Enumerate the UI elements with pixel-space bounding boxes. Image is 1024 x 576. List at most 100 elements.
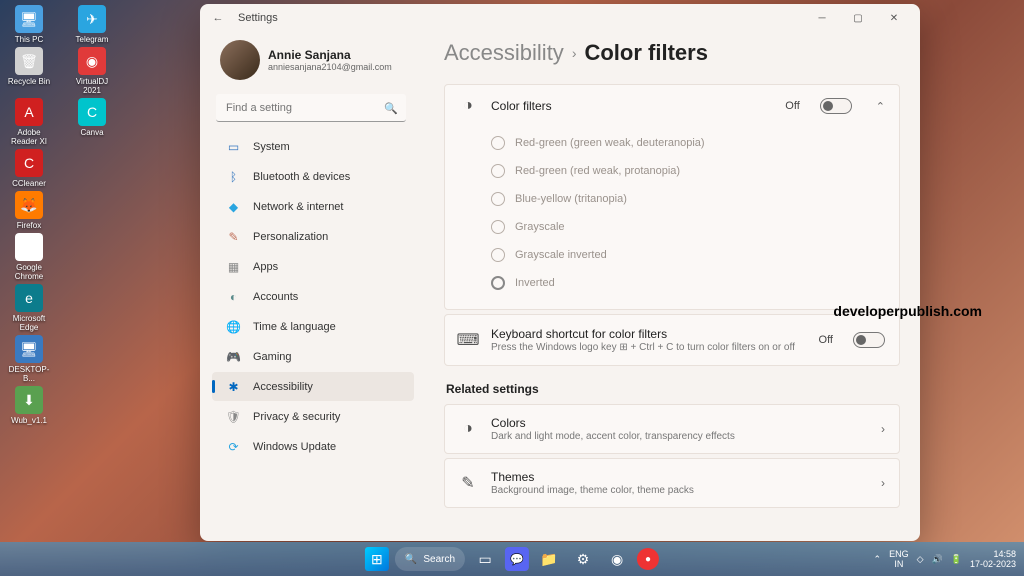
taskbar-search[interactable]: 🔍Search [395,547,465,571]
nav-accessibility[interactable]: ✱ Accessibility [212,372,414,401]
nav-icon: ᛒ [226,169,241,184]
filter-option[interactable]: Red-green (green weak, deuteranopia) [491,129,885,157]
taskbar-settings[interactable]: ⚙ [569,545,597,573]
desktop-icon-telegram[interactable]: ✈Telegram [68,5,116,44]
nav-time-language[interactable]: 🌐Time & language [212,312,414,341]
nav-icon: ✱ [226,379,241,394]
nav-label: Accessibility [253,381,313,393]
nav-label: Apps [253,261,278,273]
filter-option[interactable]: Grayscale [491,213,885,241]
filter-option-label: Red-green (green weak, deuteranopia) [515,137,705,149]
wifi-icon[interactable]: ◇ [917,554,924,565]
profile[interactable]: Annie Sanjana anniesanjana2104@gmail.com [212,36,414,90]
desktop-icon-adobe-reader-xi[interactable]: AAdobe Reader XI [5,98,53,146]
titlebar: ← Settings ─ ▢ ✕ [200,4,920,32]
nav-windows-update[interactable]: ⟳Windows Update [212,432,414,461]
search-box: 🔍 [216,94,406,122]
task-view-button[interactable]: ▭ [471,545,499,573]
color-filters-state: Off [785,100,799,112]
filter-option-label: Blue-yellow (tritanopia) [515,193,627,205]
maximize-button[interactable]: ▢ [840,6,876,30]
radio-icon [491,276,505,290]
taskbar-chrome[interactable]: ◉ [603,545,631,573]
shortcut-title: Keyboard shortcut for color filters [491,327,805,341]
shortcut-state: Off [819,334,833,346]
nav-icon: ▦ [226,259,241,274]
shortcut-toggle[interactable] [853,332,885,348]
desktop-icon-this-pc[interactable]: 🖥This PC [5,5,53,44]
watermark: developerpublish.com [833,303,982,319]
nav-apps[interactable]: ▦ Apps [212,252,414,281]
color-filters-toggle[interactable] [820,98,852,114]
close-button[interactable]: ✕ [876,6,912,30]
filter-option[interactable]: Grayscale inverted [491,241,885,269]
nav-accounts[interactable]: ◐Accounts [212,282,414,311]
taskbar-app2[interactable]: ● [637,548,659,570]
keyboard-icon: ⌨ [459,331,477,349]
clock[interactable]: 14:5817-02-2023 [970,549,1016,569]
filter-option[interactable]: Inverted [491,269,885,297]
related-themes[interactable]: ✎ThemesBackground image, theme color, th… [444,458,900,508]
desktop-icon-ccleaner[interactable]: CCCleaner [5,149,53,188]
filter-options: Red-green (green weak, deuteranopia) Red-… [445,127,899,309]
nav-icon: 🛡 [226,409,241,424]
desktop-icon-recycle-bin[interactable]: 🗑Recycle Bin [5,47,53,95]
battery-icon[interactable]: 🔋 [951,554,962,565]
desktop-icon-canva[interactable]: CCanva [68,98,116,146]
shortcut-sub: Press the Windows logo key ⊞ + Ctrl + C … [491,342,805,353]
back-button[interactable]: ← [208,8,228,28]
nav-network-internet[interactable]: ◆Network & internet [212,192,414,221]
search-icon: 🔍 [405,554,417,565]
desktop-icon-wub-v1-1[interactable]: ⬇Wub_v1.1 [5,386,53,425]
related-colors[interactable]: ◑ColorsDark and light mode, accent color… [444,404,900,454]
search-input[interactable] [216,94,406,122]
search-icon: 🔍 [384,102,398,115]
filter-option[interactable]: Blue-yellow (tritanopia) [491,185,885,213]
nav-privacy-security[interactable]: 🛡 Privacy & security [212,402,414,431]
main-pane: Accessibility › Color filters ◑ Color fi… [420,32,920,541]
nav-bluetooth-devices[interactable]: ᛒ Bluetooth & devices [212,162,414,191]
related-heading: Related settings [446,382,900,396]
desktop-icon-firefox[interactable]: 🦊Firefox [5,191,53,230]
language-indicator[interactable]: ENGIN [889,549,909,569]
nav-label: Network & internet [253,201,343,213]
chevron-right-icon: › [572,45,577,61]
nav-label: Bluetooth & devices [253,171,350,183]
chevron-right-icon: › [881,476,885,490]
profile-email: anniesanjana2104@gmail.com [268,62,392,72]
nav-label: Privacy & security [253,411,340,423]
taskbar-explorer[interactable]: 📁 [535,545,563,573]
nav-personalization[interactable]: ✎Personalization [212,222,414,251]
desktop-icon-microsoft-edge[interactable]: eMicrosoft Edge [5,284,53,332]
sidebar: Annie Sanjana anniesanjana2104@gmail.com… [200,32,420,541]
filter-option-label: Inverted [515,277,555,289]
taskbar-app[interactable]: 💬 [505,547,529,571]
collapse-icon[interactable]: ⌃ [876,100,885,113]
window-title: Settings [238,12,278,24]
volume-icon[interactable]: 🔊 [932,554,943,565]
breadcrumb-current: Color filters [584,40,707,66]
chevron-up-icon[interactable]: ⌃ [874,554,882,565]
radio-icon [491,164,505,178]
desktop-icon-desktop-b-[interactable]: 🖥DESKTOP-B... [5,335,53,383]
filter-option[interactable]: Red-green (red weak, protanopia) [491,157,885,185]
color-filters-card: ◑ Color filters Off ⌃ Red-green (green w… [444,84,900,310]
nav-icon: ◐ [226,289,241,304]
shortcut-card: ⌨ Keyboard shortcut for color filters Pr… [444,314,900,366]
color-filters-title: Color filters [491,99,771,113]
radio-icon [491,220,505,234]
chevron-right-icon: › [881,422,885,436]
nav-label: Personalization [253,231,328,243]
nav-label: Gaming [253,351,292,363]
palette-icon: ◑ [459,97,477,115]
start-button[interactable]: ⊞ [365,547,389,571]
breadcrumb-parent[interactable]: Accessibility [444,40,564,66]
nav-gaming[interactable]: 🎮Gaming [212,342,414,371]
nav-label: System [253,141,290,153]
nav-system[interactable]: ▭System [212,132,414,161]
link-sub: Background image, theme color, theme pac… [491,485,867,496]
link-title: Colors [491,416,867,430]
minimize-button[interactable]: ─ [804,6,840,30]
desktop-icon-google-chrome[interactable]: ◉Google Chrome [5,233,53,281]
desktop-icon-virtualdj-2021[interactable]: ◉VirtualDJ 2021 [68,47,116,95]
